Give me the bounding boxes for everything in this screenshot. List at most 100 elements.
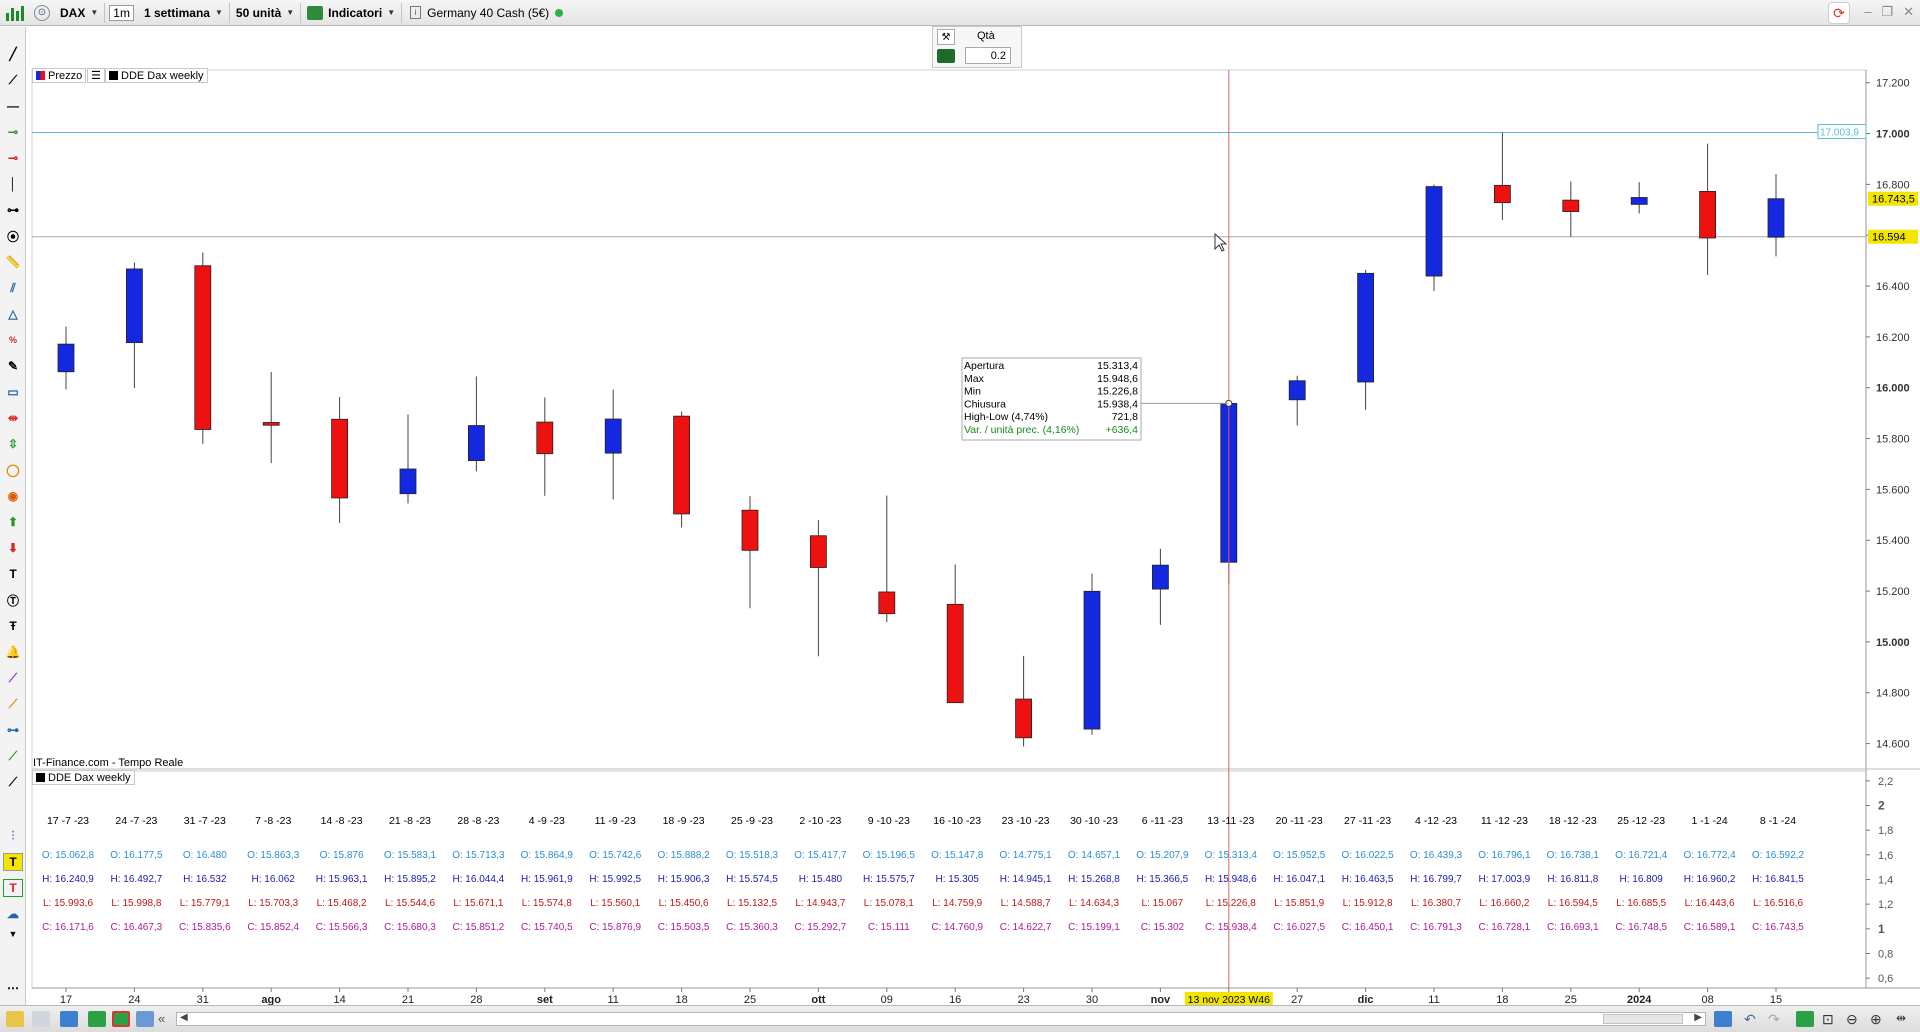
- candle-body[interactable]: [399, 468, 417, 495]
- price-range-tool-icon[interactable]: ⇹: [3, 409, 23, 427]
- candle-body[interactable]: [604, 418, 622, 454]
- period-selector[interactable]: 1 settimana ▼: [138, 2, 230, 23]
- candle-body[interactable]: [331, 418, 349, 499]
- date-range-tool-icon[interactable]: ⇳: [3, 435, 23, 453]
- study-legend[interactable]: DDE Dax weekly: [105, 68, 208, 83]
- horizontal-ray-green-icon[interactable]: ⊸: [3, 123, 23, 141]
- refresh-icon[interactable]: ⟳: [1828, 2, 1850, 24]
- hline-blue-icon[interactable]: ⊶: [3, 721, 23, 739]
- keypad-icon[interactable]: [937, 49, 955, 63]
- arrow-down-icon[interactable]: ⬇: [3, 539, 23, 557]
- wrench-icon[interactable]: ⚒: [937, 29, 955, 45]
- fibonacci-tool-icon[interactable]: △: [3, 305, 23, 323]
- candle-body[interactable]: [1425, 186, 1443, 277]
- undo-icon[interactable]: ↶: [1744, 1011, 1758, 1027]
- keyboard-icon[interactable]: [1714, 1011, 1732, 1027]
- info-icon[interactable]: i: [410, 6, 422, 19]
- horizontal-ray-red-icon[interactable]: ⊸: [3, 149, 23, 167]
- text-bubble-tool-icon[interactable]: Ⓣ: [3, 591, 23, 609]
- segment-tool-icon[interactable]: ⟋: [3, 71, 23, 89]
- percent-tool-icon[interactable]: %: [3, 331, 23, 349]
- zoom-out-icon[interactable]: ⊖: [1846, 1011, 1864, 1027]
- arrow-up-icon[interactable]: ⬆: [3, 513, 23, 531]
- candle-body[interactable]: [1015, 698, 1032, 739]
- settings-icon[interactable]: [32, 1011, 50, 1027]
- compress-icon[interactable]: ⇹: [1896, 1011, 1914, 1027]
- candle-body[interactable]: [536, 421, 554, 455]
- text-tool-icon[interactable]: T: [3, 565, 23, 583]
- candle-body[interactable]: [810, 535, 827, 568]
- trendline-black-icon[interactable]: ⟋: [3, 773, 23, 791]
- screenshot-icon[interactable]: [60, 1011, 78, 1027]
- candle-body[interactable]: [1152, 564, 1169, 590]
- pivot-tool-icon[interactable]: ⦿: [3, 227, 23, 245]
- indicators-button[interactable]: Indicatori ▼: [301, 2, 403, 23]
- candle-body[interactable]: [946, 603, 964, 704]
- legend-list-button[interactable]: ☰: [87, 68, 105, 83]
- candle-body[interactable]: [57, 343, 75, 373]
- app-logo-icon[interactable]: [2, 2, 30, 24]
- candle-body[interactable]: [1767, 198, 1785, 238]
- candle-body[interactable]: [673, 415, 690, 515]
- edit-chart-icon[interactable]: [6, 1011, 24, 1027]
- trendline-tool-icon[interactable]: ╱: [3, 45, 23, 63]
- link-tool-icon[interactable]: ⫶: [3, 827, 23, 845]
- trendline-purple-icon[interactable]: ⟋: [3, 669, 23, 687]
- chart-canvas[interactable]: 17.20017.00016.80016.60016.40016.20016.0…: [0, 0, 1920, 1032]
- candle-body[interactable]: [467, 425, 485, 462]
- text-yellow-tool-icon[interactable]: T: [3, 853, 23, 871]
- vertical-line-tool-icon[interactable]: │: [3, 175, 23, 193]
- ray-tool-icon[interactable]: ⊶: [3, 201, 23, 219]
- more-tools-icon[interactable]: ⋯: [3, 979, 23, 997]
- instrument-selector[interactable]: DAX ▼: [54, 2, 106, 23]
- zoom-fit-icon[interactable]: ⊡: [1822, 1011, 1840, 1027]
- close-icon[interactable]: ✕: [1903, 4, 1914, 20]
- text-note-tool-icon[interactable]: Ŧ: [3, 617, 23, 635]
- text-frame-tool-icon[interactable]: T: [3, 879, 23, 897]
- spreadsheet-icon[interactable]: [88, 1011, 106, 1027]
- redo-icon[interactable]: ↷: [1768, 1011, 1782, 1027]
- scroll-start-icon[interactable]: «: [158, 1011, 170, 1027]
- candle-body[interactable]: [741, 509, 759, 551]
- candle-body[interactable]: [1083, 590, 1101, 730]
- list-icon: ☰: [91, 70, 101, 82]
- pencil-icon[interactable]: ✎: [3, 357, 23, 375]
- horizontal-line-tool-icon[interactable]: —: [3, 97, 23, 115]
- qty-input[interactable]: [965, 47, 1011, 64]
- circle-tool-icon[interactable]: ◉: [3, 487, 23, 505]
- ruler-icon[interactable]: 📏: [3, 253, 23, 271]
- candle-body[interactable]: [1357, 272, 1374, 383]
- trendline-orange-icon[interactable]: ⟋: [3, 695, 23, 713]
- collapse-tools-icon[interactable]: ▼: [3, 925, 23, 943]
- candle-body[interactable]: [194, 265, 212, 430]
- channel-tool-icon[interactable]: ⫽: [3, 279, 23, 297]
- trendline-green-icon[interactable]: ⟋: [3, 747, 23, 765]
- chart-type-icon[interactable]: [1796, 1011, 1814, 1027]
- candle-body[interactable]: [1562, 199, 1580, 212]
- export-icon[interactable]: [112, 1011, 130, 1027]
- candle-body[interactable]: [1699, 190, 1716, 239]
- lower-study-legend[interactable]: DDE Dax weekly: [32, 770, 135, 785]
- cloud-tool-icon[interactable]: ☁: [3, 905, 23, 923]
- scrollbar-thumb[interactable]: [1603, 1014, 1683, 1024]
- candle-body[interactable]: [262, 422, 280, 426]
- candle-body[interactable]: [878, 591, 896, 615]
- units-selector[interactable]: 50 unità ▼: [230, 2, 302, 23]
- price-legend[interactable]: Prezzo: [32, 68, 87, 83]
- scroll-left-icon[interactable]: ◀: [180, 1012, 188, 1023]
- scroll-right-icon[interactable]: ▶: [1694, 1012, 1702, 1023]
- link-icon[interactable]: ⊙: [34, 4, 50, 21]
- rectangle-tool-icon[interactable]: ▭: [3, 383, 23, 401]
- minimize-icon[interactable]: –: [1864, 4, 1871, 20]
- candle-body[interactable]: [1630, 197, 1648, 205]
- layout-icon[interactable]: [136, 1011, 154, 1027]
- candle-body[interactable]: [1288, 380, 1306, 401]
- ellipse-tool-icon[interactable]: ◯: [3, 461, 23, 479]
- candle-body[interactable]: [126, 268, 143, 344]
- zoom-in-icon[interactable]: ⊕: [1870, 1011, 1888, 1027]
- timeframe-button[interactable]: 1m: [109, 4, 134, 21]
- restore-icon[interactable]: ❐: [1881, 4, 1893, 20]
- candle-body[interactable]: [1494, 184, 1511, 204]
- alert-bell-icon[interactable]: 🔔: [3, 643, 23, 661]
- horizontal-scrollbar[interactable]: ◀ ▶: [176, 1012, 1706, 1026]
